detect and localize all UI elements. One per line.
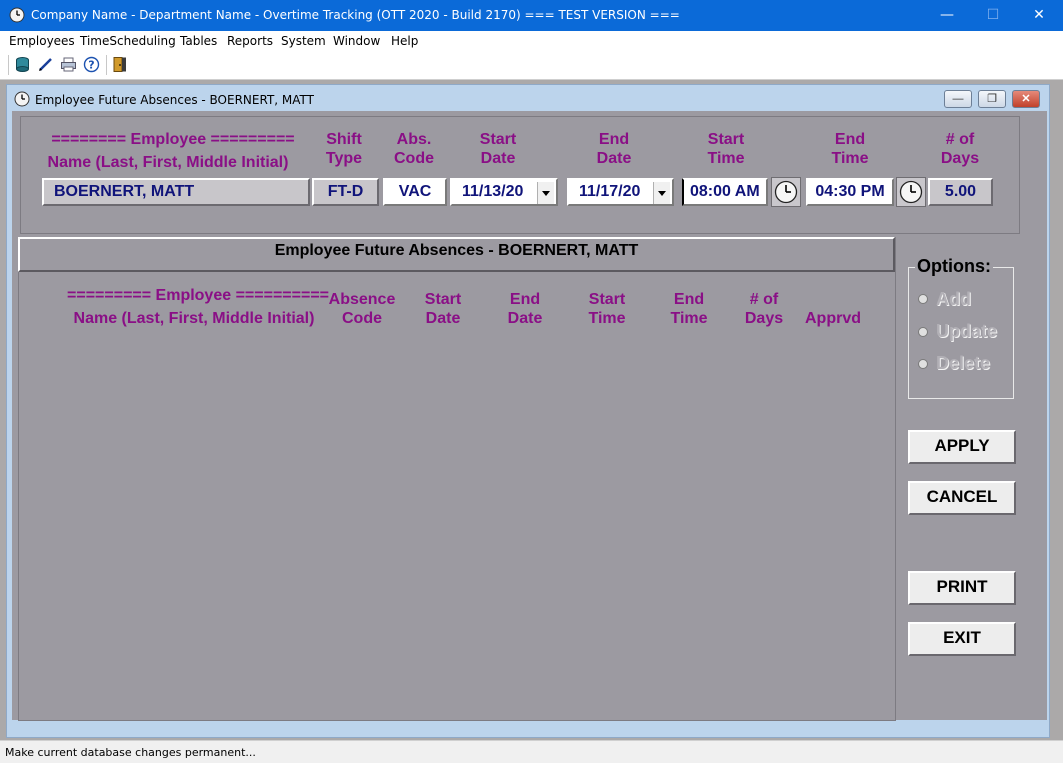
- list-days-header-2: Days: [744, 310, 784, 327]
- list-end-time-header-2: Time: [670, 310, 708, 327]
- child-minimize-button[interactable]: —: [944, 90, 972, 108]
- list-absence-code-header-2: Code: [342, 310, 382, 327]
- printer-icon[interactable]: [60, 56, 77, 73]
- list-end-date-header-1: End: [509, 291, 541, 308]
- menu-tables[interactable]: Tables: [180, 34, 217, 48]
- end-time-header-2: Time: [831, 150, 869, 167]
- print-button[interactable]: PRINT: [908, 571, 1016, 605]
- database-icon[interactable]: [14, 56, 31, 73]
- end-date-value: 11/17/20: [579, 183, 641, 200]
- status-bar: Make current database changes permanent.…: [0, 740, 1063, 763]
- list-start-date-header-2: Date: [425, 310, 461, 327]
- delete-radio[interactable]: [918, 359, 928, 369]
- end-time-clock-button[interactable]: [896, 177, 926, 207]
- svg-text:?: ?: [88, 59, 94, 72]
- cancel-button[interactable]: CANCEL: [908, 481, 1016, 515]
- abs-code-header-1: Abs.: [396, 131, 432, 148]
- menu-bar: Employees TimeScheduling Tables Reports …: [0, 31, 1063, 51]
- delete-label: Delete: [936, 353, 991, 373]
- close-button[interactable]: ✕: [1016, 0, 1062, 31]
- start-time-clock-button[interactable]: [771, 177, 801, 207]
- start-time-header-2: Time: [707, 150, 745, 167]
- chevron-down-icon[interactable]: [653, 182, 670, 204]
- start-date-header-1: Start: [479, 131, 517, 148]
- menu-reports[interactable]: Reports: [227, 34, 273, 48]
- abs-code-header-2: Code: [394, 150, 434, 167]
- toolbar-separator: [106, 55, 107, 75]
- absences-list-title: Employee Future Absences - BOERNERT, MAT…: [274, 242, 639, 259]
- end-time-field[interactable]: 04:30 PM: [806, 178, 894, 206]
- employee-header-line2: Name (Last, First, Middle Initial): [47, 154, 289, 171]
- menu-timescheduling[interactable]: TimeScheduling: [80, 34, 176, 48]
- menu-system[interactable]: System: [281, 34, 326, 48]
- end-time-header-1: End: [834, 131, 866, 148]
- app-title-bar[interactable]: Company Name - Department Name - Overtim…: [0, 0, 1063, 31]
- child-restore-button[interactable]: ❐: [978, 90, 1006, 108]
- clock-icon: [774, 180, 798, 204]
- update-radio[interactable]: [918, 327, 928, 337]
- shift-type-field[interactable]: FT-D: [312, 178, 379, 206]
- list-employee-header-line1: ========= Employee ==========: [67, 287, 330, 304]
- toolbar-separator: [8, 55, 9, 75]
- maximize-button[interactable]: ☐: [970, 0, 1016, 31]
- start-date-value: 11/13/20: [462, 183, 524, 200]
- child-close-button[interactable]: ✕: [1012, 90, 1040, 108]
- absences-list-title-bar: Employee Future Absences - BOERNERT, MAT…: [18, 237, 895, 272]
- menu-window[interactable]: Window: [333, 34, 380, 48]
- shift-type-header-1: Shift: [326, 131, 362, 148]
- toolbar: ?: [0, 51, 1063, 80]
- child-window-title: Employee Future Absences - BOERNERT, MAT…: [35, 93, 314, 107]
- list-days-header-1: # of: [749, 291, 779, 308]
- start-date-dropdown[interactable]: 11/13/20: [450, 178, 558, 206]
- app-title: Company Name - Department Name - Overtim…: [31, 8, 680, 22]
- start-time-header-1: Start: [707, 131, 745, 148]
- list-absence-code-header-1: Absence: [328, 291, 396, 308]
- list-start-date-header-1: Start: [424, 291, 462, 308]
- minimize-button[interactable]: —: [924, 0, 970, 31]
- add-radio[interactable]: [918, 294, 928, 304]
- employee-name-field[interactable]: BOERNERT, MATT: [42, 178, 310, 206]
- apply-button[interactable]: APPLY: [908, 430, 1016, 464]
- abs-code-field[interactable]: VAC: [383, 178, 447, 206]
- start-time-field[interactable]: 08:00 AM: [682, 178, 768, 206]
- list-apprvd-header: Apprvd: [805, 310, 861, 327]
- help-icon[interactable]: ?: [83, 56, 100, 73]
- pen-icon[interactable]: [37, 56, 54, 73]
- update-label: Update: [936, 321, 998, 341]
- end-date-header-1: End: [598, 131, 630, 148]
- options-label: Options:: [915, 256, 993, 277]
- end-date-header-2: Date: [596, 150, 632, 167]
- list-end-date-header-2: Date: [507, 310, 543, 327]
- list-end-time-header-1: End: [673, 291, 705, 308]
- end-date-dropdown[interactable]: 11/17/20: [567, 178, 674, 206]
- days-field[interactable]: 5.00: [928, 178, 993, 206]
- menu-employees[interactable]: Employees: [9, 34, 75, 48]
- list-start-time-header-2: Time: [588, 310, 626, 327]
- clock-icon: [899, 180, 923, 204]
- chevron-down-icon[interactable]: [537, 182, 554, 204]
- exit-button[interactable]: EXIT: [908, 622, 1016, 656]
- list-employee-header-line2: Name (Last, First, Middle Initial): [73, 310, 315, 327]
- clock-icon: [9, 7, 25, 23]
- clock-icon: [14, 91, 30, 107]
- shift-type-header-2: Type: [325, 150, 363, 167]
- exit-door-icon[interactable]: [112, 56, 129, 73]
- status-text: Make current database changes permanent.…: [5, 746, 256, 759]
- menu-help[interactable]: Help: [391, 34, 418, 48]
- employee-header-line1: ======== Employee =========: [51, 131, 295, 148]
- list-start-time-header-1: Start: [588, 291, 626, 308]
- days-header-2: Days: [940, 150, 980, 167]
- start-date-header-2: Date: [480, 150, 516, 167]
- add-label: Add: [936, 289, 971, 309]
- days-header-1: # of: [945, 131, 975, 148]
